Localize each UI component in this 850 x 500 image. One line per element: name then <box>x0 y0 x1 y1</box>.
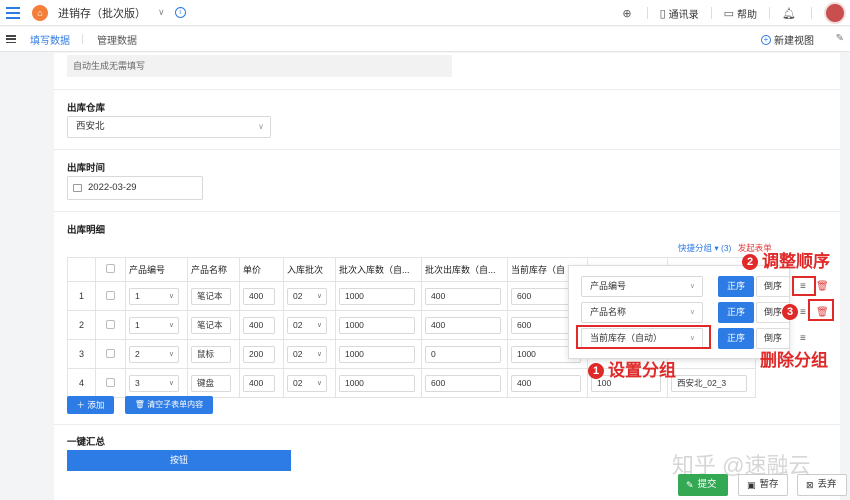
batch-select[interactable]: 02 ∨ <box>287 287 327 305</box>
date-field[interactable]: 2022-03-29 <box>67 176 203 200</box>
price-input[interactable]: 400 <box>243 316 275 334</box>
chevron-down-icon: ∨ <box>258 122 264 131</box>
callout-delete-group: 删除分组 <box>760 351 828 370</box>
batch-in-qty[interactable]: 1000 <box>339 345 415 363</box>
current-stock[interactable]: 400 <box>511 374 581 392</box>
row-index: 4 <box>67 368 96 398</box>
batch-select[interactable]: 02 ∨ <box>287 316 327 334</box>
price-input[interactable]: 400 <box>243 374 275 392</box>
batch-select[interactable]: 02 ∨ <box>287 374 327 392</box>
info-icon[interactable]: i <box>174 7 186 18</box>
contacts-button[interactable]: ▯ 通讯录 <box>660 6 699 21</box>
sort-handle-highlight <box>792 276 816 296</box>
batch-in-qty[interactable]: 1000 <box>339 316 415 334</box>
batch-select[interactable]: 02 ∨ <box>287 345 327 363</box>
product-code-select[interactable]: 1 ∨ <box>129 287 179 305</box>
col-header: 批次出库数（自... <box>421 257 508 282</box>
row-checkbox[interactable] <box>106 290 115 300</box>
warehouse-label: 出库仓库 <box>67 103 106 114</box>
asc-button[interactable]: 正序 <box>718 276 754 297</box>
batch-out-qty[interactable]: 0 <box>425 345 501 363</box>
add-icon[interactable]: ⊕ <box>622 7 634 20</box>
batch-out-qty[interactable]: 400 <box>425 316 501 334</box>
col-header: 入库批次 <box>283 257 336 282</box>
group-field-select[interactable]: 产品名称 ∨ <box>581 302 703 323</box>
summary-label: 一键汇总 <box>67 437 106 448</box>
calendar-icon <box>73 184 82 192</box>
delete-icon[interactable]: 🗑︎ <box>816 281 829 292</box>
desc-button[interactable]: 倒序 <box>756 276 790 297</box>
product-code-select[interactable]: 2 ∨ <box>129 345 179 363</box>
menu-icon[interactable] <box>6 35 16 43</box>
col-header: 单价 <box>239 257 284 282</box>
drag-handle-icon[interactable]: ≡ <box>800 333 806 344</box>
auto-generated-field: 自动生成无需填写 <box>67 55 452 77</box>
time-label: 出库时间 <box>67 163 106 174</box>
product-name-input[interactable]: 笔记本 <box>191 287 231 305</box>
batch-out-qty[interactable]: 600 <box>425 374 501 392</box>
tab-manage-data[interactable]: 管理数据 <box>97 27 137 52</box>
asc-button[interactable]: 正序 <box>718 302 754 323</box>
callout-three-badge: 3 <box>782 302 802 322</box>
row-index: 1 <box>67 281 96 311</box>
add-row-button[interactable]: ＋ 添加 <box>67 396 114 414</box>
row-index: 2 <box>67 310 96 340</box>
col-header: 产品名称 <box>187 257 240 282</box>
price-input[interactable]: 200 <box>243 345 275 363</box>
avatar[interactable] <box>824 2 846 24</box>
edit-icon[interactable]: ✎ <box>836 33 844 44</box>
product-code-select[interactable]: 3 ∨ <box>129 374 179 392</box>
save-draft-button[interactable]: ▣ 暂存 <box>738 474 788 496</box>
app-title: 进销存（批次版） <box>58 7 146 20</box>
chevron-down-icon[interactable]: ∨ <box>158 7 165 18</box>
batch-name-field[interactable]: 西安北_02_3 <box>671 374 747 392</box>
home-icon[interactable]: ⌂ <box>32 4 48 21</box>
row-checkbox[interactable] <box>106 377 115 387</box>
summary-button[interactable]: 按钮 <box>67 450 291 471</box>
price-input[interactable]: 400 <box>243 287 275 305</box>
group-field-highlight <box>576 325 711 349</box>
new-view-button[interactable]: + 新建视图 <box>761 27 814 52</box>
help-icon: ▭ <box>723 7 735 20</box>
contacts-icon: ▯ <box>659 7 666 20</box>
callout-set-group: 1 设置分组 <box>588 356 676 381</box>
col-header: 产品编号 <box>125 257 188 282</box>
delete-group-highlight <box>808 299 834 321</box>
batch-in-qty[interactable]: 1000 <box>339 374 415 392</box>
product-name-input[interactable]: 键盘 <box>191 374 231 392</box>
row-checkbox[interactable] <box>106 319 115 329</box>
plus-icon: + <box>761 34 771 45</box>
row-checkbox[interactable] <box>106 348 115 358</box>
bell-icon[interactable]: 🔔︎ <box>782 7 799 20</box>
asc-button[interactable]: 正序 <box>718 328 754 349</box>
discard-icon: ⊠ <box>806 480 814 490</box>
save-icon: ▣ <box>747 480 756 490</box>
quick-group-link[interactable]: 快捷分组 ▾ (3) <box>678 243 731 253</box>
submit-button[interactable]: ✎ 提交 <box>678 474 728 496</box>
discard-button[interactable]: ⊠ 丢弃 <box>797 474 847 496</box>
product-name-input[interactable]: 鼠标 <box>191 345 231 363</box>
col-header: 批次入库数（自... <box>335 257 422 282</box>
detail-label: 出库明细 <box>67 225 106 236</box>
product-name-input[interactable]: 笔记本 <box>191 316 231 334</box>
row-index: 3 <box>67 339 96 369</box>
clear-subform-button[interactable]: 🗑︎ 清空子表单内容 <box>125 396 213 414</box>
tab-fill-data[interactable]: 填写数据 <box>30 27 70 52</box>
batch-in-qty[interactable]: 1000 <box>339 287 415 305</box>
help-button[interactable]: ▭ 帮助 <box>724 6 757 21</box>
tab-bar: 填写数据 管理数据 + 新建视图 ✎ <box>0 27 850 52</box>
product-code-select[interactable]: 1 ∨ <box>129 316 179 334</box>
apps-menu-icon[interactable] <box>6 6 20 19</box>
group-field-select[interactable]: 产品编号 ∨ <box>581 276 703 297</box>
warehouse-select[interactable]: 西安北 ∨ <box>67 116 271 138</box>
callout-adjust-order: 2 调整顺序 <box>742 247 830 272</box>
submit-icon: ✎ <box>686 480 694 490</box>
select-all-checkbox[interactable] <box>106 264 115 273</box>
top-bar: ⌂ 进销存（批次版） ∨ i ⊕ ▯ 通讯录 ▭ 帮助 🔔︎ <box>0 0 850 26</box>
batch-out-qty[interactable]: 400 <box>425 287 501 305</box>
